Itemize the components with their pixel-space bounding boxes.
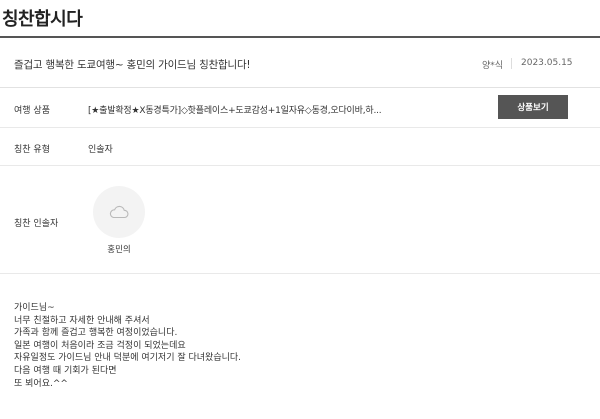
product-row: 여행 상품 [★출발확정★X동경특가]◇핫플레이스+도쿄감성+1일자유◇동경,오… xyxy=(0,88,600,128)
meta-separator xyxy=(511,58,512,69)
body-line: 너무 친절하고 자세한 안내해 주셔서 xyxy=(14,315,150,326)
praise-type-label: 칭찬 유형 xyxy=(14,145,50,155)
praise-type-row: 칭찬 유형 인솔자 xyxy=(0,128,600,166)
product-name[interactable]: [★출발확정★X동경특가]◇핫플레이스+도쿄감성+1일자유◇동경,오다이바,하.… xyxy=(88,103,408,116)
praised-person-row: 칭찬 인솔자 홍민의 xyxy=(0,166,600,274)
product-label: 여행 상품 xyxy=(14,106,50,116)
post-date: 2023.05.15 xyxy=(521,58,573,68)
avatar xyxy=(93,186,145,238)
post-title: 즐겁고 행복한 도쿄여행~ 홍민의 가이드님 칭찬합니다! xyxy=(14,59,251,71)
page-title: 칭찬합시다 xyxy=(2,9,83,30)
praised-person-name: 홍민의 xyxy=(107,245,131,255)
body-line: 가이드님~ xyxy=(14,303,55,313)
view-product-button[interactable]: 상품보기 xyxy=(498,95,568,119)
praise-type-value: 인솔자 xyxy=(88,145,113,155)
body-line: 다음 여행 때 기회가 된다면 xyxy=(14,365,117,376)
praised-person-label: 칭찬 인솔자 xyxy=(14,219,59,229)
post-author: 양*식 xyxy=(482,61,504,71)
body-line: 가족과 함께 즐겁고 행복한 여정이었습니다. xyxy=(14,328,178,339)
body-line: 자유일정도 가이드님 안내 덕분에 여기저기 잘 다녀왔습니다. xyxy=(14,353,242,364)
cloud-icon xyxy=(109,205,129,219)
post-header: 즐겁고 행복한 도쿄여행~ 홍민의 가이드님 칭찬합니다! 양*식 2023.0… xyxy=(0,38,600,88)
praise-body: 가이드님~ 너무 친절하고 자세한 안내해 주셔서 가족과 함께 즐겁고 행복한… xyxy=(14,302,241,390)
body-line: 일본 여행이 처음이라 조금 걱정이 되었는데요 xyxy=(14,340,186,351)
body-line: 또 뵈어요.^^ xyxy=(14,378,68,389)
